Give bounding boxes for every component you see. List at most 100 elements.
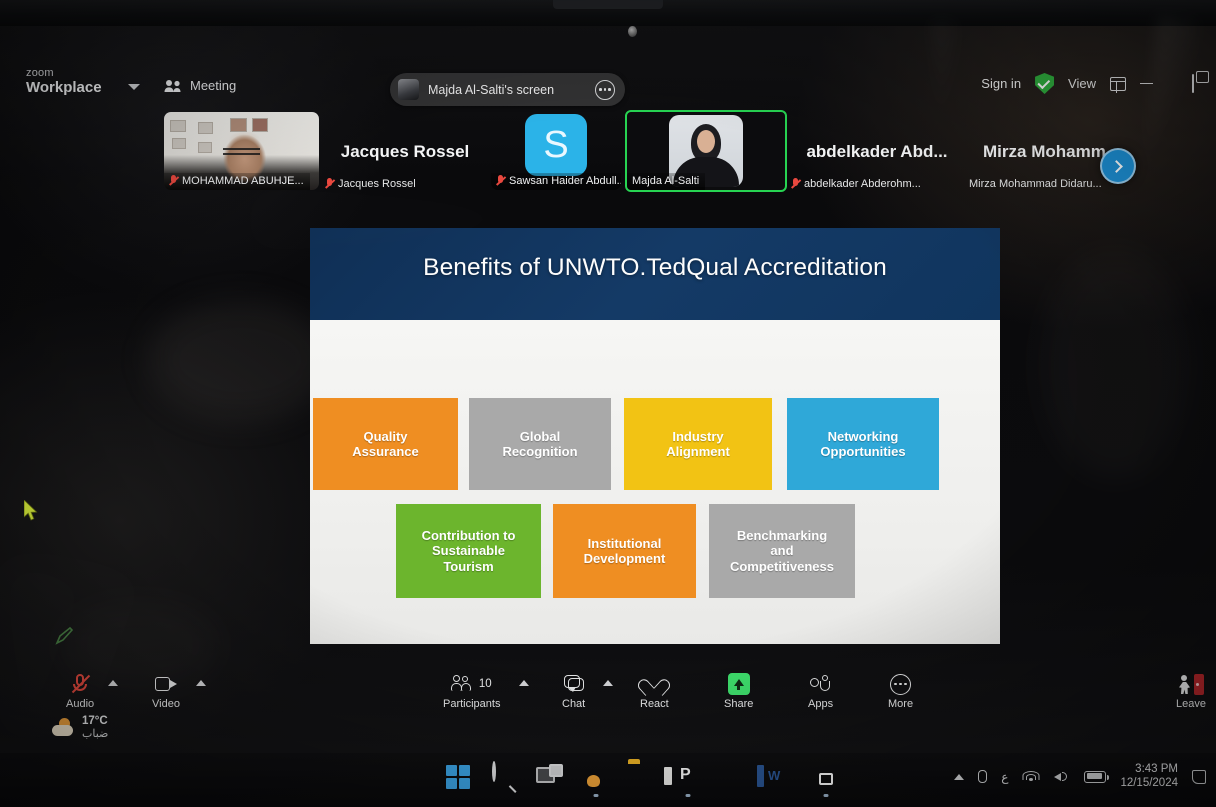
zoom-meeting-toolbar: Audio Video 10 Participants Chat React S… [0, 654, 1216, 716]
participant-tile-active-speaker[interactable]: Majda Al-Salti [625, 110, 787, 192]
notification-icon[interactable] [1192, 769, 1206, 784]
weather-widget[interactable]: 17°C ضباب [52, 715, 108, 741]
paint-icon[interactable] [720, 763, 748, 791]
participant-name: Mirza Mohammad Didaru... [969, 178, 1102, 190]
leave-door-icon [1178, 674, 1204, 695]
volume-icon[interactable] [1054, 770, 1070, 783]
sign-in-button[interactable]: Sign in [981, 76, 1021, 91]
chevron-down-icon[interactable] [128, 84, 140, 90]
participants-icon: 10 [450, 673, 492, 695]
participant-name: abdelkader Abderohm... [804, 178, 921, 190]
benefit-box: Benchmarking and Competitiveness [709, 504, 855, 598]
minimize-button[interactable] [1140, 82, 1166, 85]
weather-condition: ضباب [82, 728, 109, 741]
restore-button[interactable] [1180, 74, 1206, 93]
participant-namebar: MOHAMMAD ABUHJE... [164, 173, 310, 190]
audio-button[interactable]: Audio [66, 673, 94, 710]
react-button[interactable]: React [640, 673, 669, 710]
benefit-box-label: Industry Alignment [666, 428, 730, 459]
people-icon [164, 79, 182, 93]
chat-options-caret-icon[interactable] [603, 680, 613, 686]
benefit-box: Contribution to Sustainable Tourism [396, 504, 541, 598]
benefit-box-label: Contribution to Sustainable Tourism [421, 528, 516, 574]
filmstrip-next-button[interactable] [1100, 148, 1136, 184]
view-button[interactable]: View [1068, 76, 1096, 91]
microphone-muted-icon [71, 673, 91, 695]
zoom-workplace-logo: zoom Workplace [26, 67, 102, 96]
react-label: React [640, 698, 669, 710]
participant-namebar: Majda Al-Salti [627, 173, 706, 190]
slide-benefit-boxes: Quality Assurance Global Recognition Industr… [310, 320, 1000, 644]
apps-button[interactable]: Apps [808, 673, 833, 710]
more-button[interactable]: More [888, 673, 913, 710]
shield-verified-icon[interactable] [1035, 73, 1055, 94]
participant-namebar: Jacques Rossel [325, 178, 485, 190]
system-tray: ع 3:43 PM 12/15/2024 [954, 763, 1206, 791]
file-explorer-icon[interactable] [628, 763, 656, 791]
participants-button[interactable]: 10 Participants [443, 673, 500, 710]
participant-namebar: Sawsan Haider Abdull... [491, 173, 621, 190]
video-options-caret-icon[interactable] [196, 680, 206, 686]
language-indicator[interactable]: ع [1001, 770, 1008, 784]
search-icon[interactable] [490, 761, 518, 793]
microphone-icon[interactable] [978, 770, 988, 784]
word-icon[interactable] [757, 763, 794, 791]
battery-icon[interactable] [1084, 770, 1110, 783]
video-label: Video [152, 698, 180, 710]
benefit-box: Institutional Development [553, 504, 696, 598]
chat-button[interactable]: Chat [562, 673, 585, 710]
participant-name: MOHAMMAD ABUHJE... [182, 175, 304, 187]
share-screen-icon [727, 673, 750, 695]
participant-filmstrip[interactable]: MOHAMMAD ABUHJE... Jacques Rossel Jacque… [164, 110, 1120, 200]
annotation-pen-icon[interactable] [54, 626, 74, 646]
apps-icon [809, 673, 832, 695]
camera-icon [154, 673, 177, 695]
taskbar-clock[interactable]: 3:43 PM 12/15/2024 [1120, 763, 1178, 791]
participant-tile-initial[interactable]: S Sawsan Haider Abdull... [491, 112, 621, 190]
benefit-box: Networking Opportunities [787, 398, 939, 490]
screen-share-banner[interactable]: Majda Al-Salti's screen [390, 73, 625, 106]
muted-mic-icon [791, 178, 800, 190]
titlebar-right-controls: Sign in View [981, 73, 1206, 94]
participant-tile-name[interactable]: Jacques Rossel Jacques Rossel [325, 112, 485, 190]
wifi-icon[interactable] [1022, 770, 1040, 783]
chevron-right-icon [1110, 159, 1123, 173]
participant-tile-video[interactable]: MOHAMMAD ABUHJE... [164, 112, 319, 190]
benefit-box-label: Global Recognition [502, 428, 578, 459]
tab-meeting-label: Meeting [190, 78, 237, 93]
mouse-cursor-icon [24, 500, 39, 522]
participant-name: Sawsan Haider Abdull... [509, 175, 621, 187]
zoom-icon[interactable] [812, 763, 840, 797]
brand-workplace-text: Workplace [26, 78, 102, 96]
leave-meeting-button[interactable]: Leave [1176, 674, 1206, 710]
edge-icon[interactable] [582, 763, 610, 797]
weather-temperature: 17°C [82, 715, 108, 728]
apps-label: Apps [808, 698, 834, 710]
benefit-box-label: Benchmarking and Competitiveness [729, 528, 835, 574]
task-view-icon[interactable] [536, 763, 564, 791]
slide-title: Benefits of UNWTO.TedQual Accreditation [423, 254, 887, 281]
video-button[interactable]: Video [152, 673, 180, 710]
clock-time: 3:43 PM [1135, 763, 1178, 775]
show-hidden-icons-icon[interactable] [954, 773, 965, 780]
clock-date: 12/15/2024 [1120, 776, 1178, 789]
ellipsis-icon[interactable] [595, 79, 615, 100]
participant-tile-name[interactable]: abdelkader Abd... abdelkader Abderohm... [791, 112, 963, 190]
participant-display-name: Jacques Rossel [340, 142, 470, 161]
muted-mic-icon [496, 175, 505, 187]
start-icon[interactable] [444, 763, 472, 791]
share-screen-button[interactable]: Share [724, 673, 753, 710]
benefit-box-label: Quality Assurance [352, 428, 419, 459]
participants-options-caret-icon[interactable] [519, 680, 529, 686]
participants-label: Participants [443, 698, 501, 710]
powerpoint-icon[interactable] [664, 763, 702, 797]
participant-name: Jacques Rossel [338, 178, 416, 190]
benefit-box: Industry Alignment [624, 398, 772, 490]
tab-meeting[interactable]: Meeting [164, 78, 236, 93]
heart-react-icon [644, 673, 664, 695]
presenter-avatar-icon [398, 79, 419, 100]
grid-view-icon[interactable] [1110, 76, 1126, 93]
participant-name: Majda Al-Salti [632, 175, 700, 187]
audio-options-caret-icon[interactable] [108, 680, 118, 686]
benefit-box: Quality Assurance [313, 398, 458, 490]
